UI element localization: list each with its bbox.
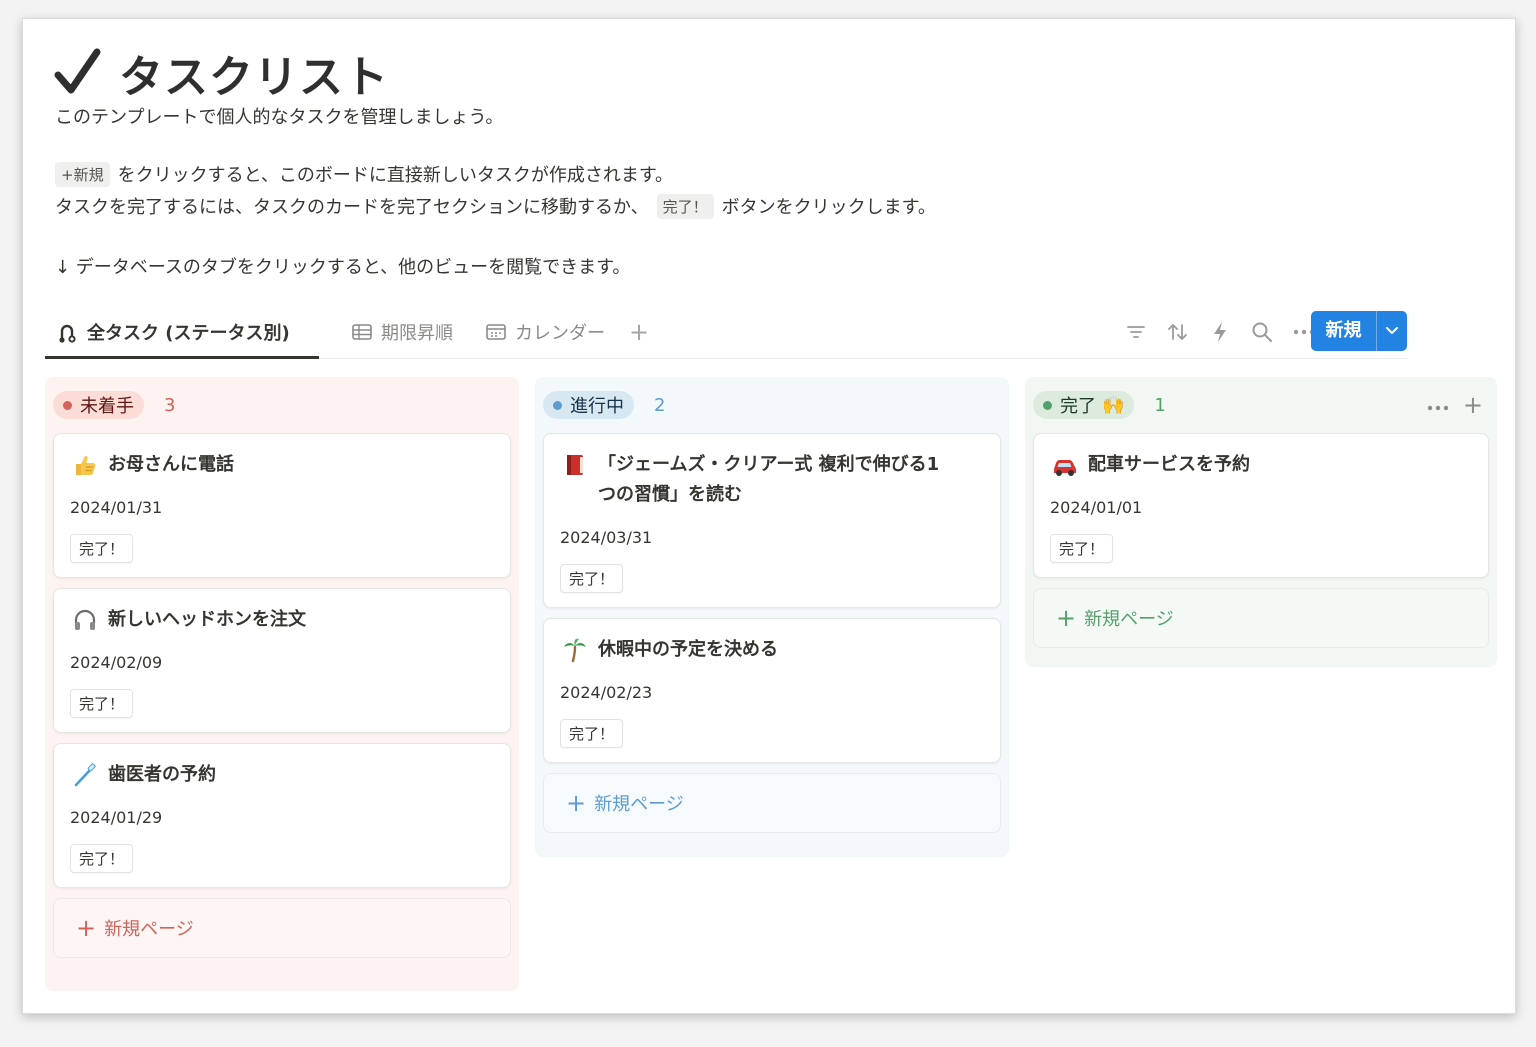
column-header: 完了 🙌 1 +	[1033, 377, 1489, 433]
headphones-icon	[70, 605, 100, 635]
done-button[interactable]: 完了！	[1050, 534, 1114, 563]
done-chip: 完了！	[656, 193, 714, 219]
status-dot	[1043, 400, 1052, 410]
card-date: 2024/01/01	[1050, 498, 1143, 517]
notion-page-window: タスクリスト このテンプレートで個人的なタスクを管理しましょう。 +新規 をクリ…	[22, 18, 1516, 1014]
board-icon	[55, 320, 79, 344]
column-header: 進行中 2	[543, 377, 1001, 433]
card-date: 2024/01/31	[70, 498, 163, 517]
tab-due-ascending[interactable]: 期限昇順	[351, 305, 453, 359]
column-count: 1	[1154, 394, 1166, 416]
thumbs-up-icon	[70, 450, 100, 480]
search-icon[interactable]	[1249, 319, 1275, 345]
card-title-line: 「ジェームズ・クリアー式 複利で伸びる1	[598, 454, 940, 475]
add-page-label: 新規ページ	[104, 919, 194, 940]
view-tabs: 全タスク (ステータス別) 期限昇順 カレンダー + 新規	[45, 305, 1407, 359]
card-date: 2024/03/31	[560, 528, 653, 547]
plus-icon: +	[76, 914, 97, 942]
palm-tree-icon	[560, 635, 590, 665]
new-button-label: 新規	[1311, 311, 1377, 351]
task-card[interactable]: 「ジェームズ・クリアー式 複利で伸びる1 つの習慣」を読む 2024/03/31…	[543, 433, 1001, 608]
raised-hands-icon: 🙌	[1102, 394, 1125, 416]
plus-icon: +	[1056, 604, 1077, 632]
card-date: 2024/02/09	[70, 653, 163, 672]
filter-icon[interactable]	[1123, 319, 1149, 345]
calendar-icon	[485, 322, 507, 342]
task-card[interactable]: お母さんに電話 2024/01/31 完了！	[53, 433, 511, 578]
description-line: ↓ データベースのタブをクリックすると、他のビューを閲覧できます。	[55, 257, 631, 278]
active-tab-underline	[45, 356, 319, 359]
status-label: 完了	[1060, 396, 1096, 417]
task-card[interactable]: 新しいヘッドホンを注文 2024/02/09 完了！	[53, 588, 511, 733]
done-button[interactable]: 完了！	[560, 564, 624, 593]
card-title: お母さんに電話	[108, 454, 234, 475]
tab-label: カレンダー	[515, 323, 605, 344]
status-label: 進行中	[570, 396, 624, 417]
description-text: をクリックすると、このボードに直接新しいタスクが作成されます。	[117, 165, 674, 186]
column-count: 3	[164, 394, 176, 416]
card-title: 配車サービスを予約	[1088, 454, 1250, 475]
board-column-not-started: 未着手 3 お母さんに電話 2024/01/31 完了！ 新しいヘッドホンを注文…	[45, 377, 519, 991]
add-page-label: 新規ページ	[1084, 609, 1174, 630]
done-button[interactable]: 完了！	[70, 689, 134, 718]
tab-all-tasks[interactable]: 全タスク (ステータス別)	[55, 305, 290, 359]
task-card[interactable]: 休暇中の予定を決める 2024/02/23 完了！	[543, 618, 1001, 763]
plus-icon: +	[566, 789, 587, 817]
plus-icon[interactable]: +	[1463, 393, 1483, 417]
tab-label: 期限昇順	[381, 323, 453, 344]
add-view-icon[interactable]: +	[629, 305, 649, 359]
status-badge: 未着手	[53, 391, 144, 419]
done-button[interactable]: 完了！	[560, 719, 624, 748]
status-badge: 進行中	[543, 391, 634, 419]
card-title: 休暇中の予定を決める	[598, 639, 778, 660]
checkmark-icon	[53, 48, 103, 98]
task-card[interactable]: 歯医者の予約 2024/01/29 完了！	[53, 743, 511, 888]
new-button[interactable]: 新規	[1311, 311, 1407, 351]
chevron-down-icon[interactable]	[1377, 326, 1407, 336]
description-line: +新規 をクリックすると、このボードに直接新しいタスクが作成されます。	[55, 161, 673, 187]
description-text: タスクを完了するには、タスクのカードを完了セクションに移動するか、	[55, 197, 649, 218]
status-badge: 完了 🙌	[1033, 391, 1135, 419]
status-dot	[63, 400, 72, 410]
description-line: このテンプレートで個人的なタスクを管理しましょう。	[55, 107, 504, 128]
done-button[interactable]: 完了！	[70, 844, 134, 873]
column-count: 2	[654, 394, 666, 416]
table-icon	[351, 322, 373, 342]
lightning-icon[interactable]	[1207, 319, 1233, 345]
card-title: 歯医者の予約	[108, 764, 216, 785]
card-title: 新しいヘッドホンを注文	[108, 609, 306, 630]
toothbrush-icon	[70, 760, 100, 790]
done-button[interactable]: 完了！	[70, 534, 134, 563]
task-card[interactable]: 配車サービスを予約 2024/01/01 完了！	[1033, 433, 1489, 578]
status-label: 未着手	[80, 396, 134, 417]
add-new-page-button[interactable]: + 新規ページ	[1033, 588, 1489, 648]
description-text: ボタンをクリックします。	[721, 197, 936, 218]
car-icon	[1050, 450, 1080, 480]
board-column-done: 完了 🙌 1 + 配車サービスを予約 2024/01/01 完了！ + 新規ペー…	[1025, 377, 1497, 667]
description-line: タスクを完了するには、タスクのカードを完了セクションに移動するか、 完了！ ボタ…	[55, 193, 936, 219]
board-column-in-progress: 進行中 2 「ジェームズ・クリアー式 複利で伸びる1 つの習慣」を読む 2024…	[535, 377, 1009, 857]
add-page-label: 新規ページ	[594, 794, 684, 815]
more-icon[interactable]	[1427, 396, 1449, 415]
add-new-page-button[interactable]: + 新規ページ	[53, 898, 511, 958]
tab-label: 全タスク (ステータス別)	[87, 323, 290, 344]
sort-icon[interactable]	[1165, 319, 1191, 345]
card-title-line: つの習慣」を読む	[598, 484, 742, 505]
add-new-page-button[interactable]: + 新規ページ	[543, 773, 1001, 833]
new-chip: +新規	[55, 161, 110, 187]
column-header: 未着手 3	[53, 377, 511, 433]
tab-calendar[interactable]: カレンダー	[485, 305, 605, 359]
page-title: タスクリスト	[119, 52, 389, 103]
book-icon	[560, 450, 590, 480]
title-row: タスクリスト	[53, 41, 389, 105]
card-date: 2024/01/29	[70, 808, 163, 827]
status-dot	[553, 400, 562, 410]
card-date: 2024/02/23	[560, 683, 653, 702]
